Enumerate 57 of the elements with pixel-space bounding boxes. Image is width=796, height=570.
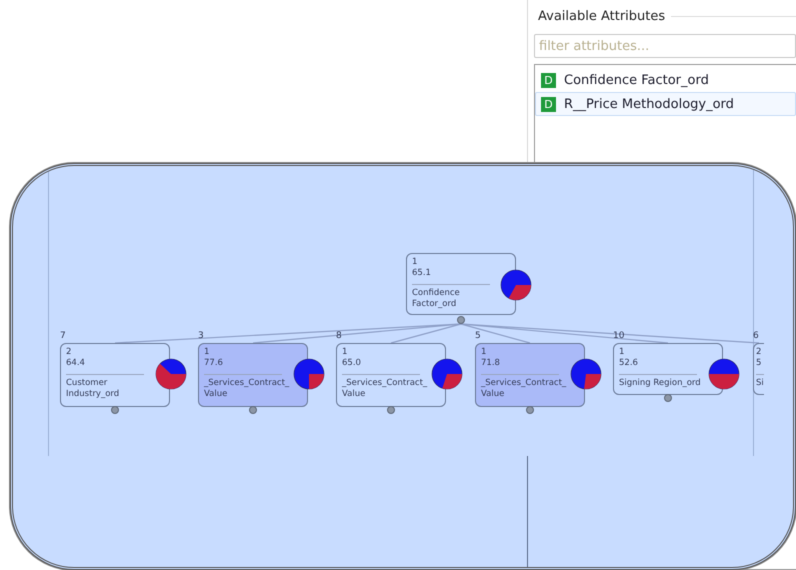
node-value: 52.6 — [619, 358, 639, 369]
tree-node[interactable]: 2 64.4 Customer Industry_ord — [60, 343, 170, 407]
tree-node[interactable]: 2 5 Si — [753, 343, 764, 395]
node-count: 1 — [481, 347, 488, 358]
pie-chart — [570, 358, 602, 390]
type-badge: D — [541, 96, 556, 112]
node-label: Value — [481, 389, 506, 400]
node-label: Value — [204, 389, 228, 400]
branch-number: 10 — [613, 331, 624, 342]
pie-chart — [431, 358, 463, 390]
branch-number: 8 — [336, 331, 342, 342]
node-value: 5 — [756, 358, 762, 369]
node-label: Si — [756, 378, 764, 389]
attribute-item[interactable]: D Confidence Factor_ord — [535, 68, 796, 92]
connector-dot — [664, 394, 672, 402]
tree-node[interactable]: 1 52.6 Signing Region_ord — [613, 343, 723, 395]
pie-chart — [708, 358, 740, 390]
node-value: 65.1 — [412, 268, 432, 279]
node-label: _Services_Contract_ — [342, 378, 428, 389]
pie-chart — [500, 269, 532, 301]
panel-title: Available Attributes — [537, 8, 666, 24]
pie-chart — [293, 358, 325, 390]
filter-field[interactable]: filter attributes... — [534, 34, 796, 58]
branch-number: 3 — [198, 331, 204, 342]
node-label: Signing Region_ord — [619, 378, 702, 389]
tree-node[interactable]: 1 71.8 _Services_Contract_ Value — [475, 343, 585, 407]
node-value: 64.4 — [66, 358, 86, 369]
node-value: 71.8 — [481, 358, 501, 369]
node-label: Customer — [66, 378, 108, 389]
node-value: 65.0 — [342, 358, 362, 369]
node-label: _Services_Contract_ — [204, 378, 290, 389]
connector-dot — [526, 406, 534, 414]
node-count: 2 — [66, 347, 72, 358]
tree-node[interactable]: 1 65.1 Confidence Factor_ord — [406, 253, 516, 315]
attribute-item[interactable]: D R__Price Methodology_ord — [535, 92, 796, 116]
connector-dot — [387, 406, 395, 414]
node-value: 77.6 — [204, 358, 224, 369]
tree-node[interactable]: 1 65.0 _Services_Contract_ Value — [336, 343, 446, 407]
node-count: 1 — [619, 347, 626, 358]
node-label: _Services_Contract_ — [481, 378, 568, 389]
node-label: Value — [342, 389, 366, 400]
connector-dot — [457, 316, 465, 324]
tree-node[interactable]: 1 77.6 _Services_Contract_ Value — [198, 343, 308, 407]
connector-dot — [111, 406, 119, 414]
branch-number: 6 — [753, 331, 759, 342]
type-badge: D — [541, 72, 556, 88]
node-count: 2 — [756, 347, 762, 358]
branch-number: 7 — [60, 331, 66, 342]
node-count: 1 — [412, 257, 418, 268]
node-label: Factor_ord — [412, 299, 458, 310]
node-label: Confidence — [412, 288, 461, 299]
node-count: 1 — [204, 347, 210, 358]
node-count: 1 — [342, 347, 348, 358]
node-label: Industry_ord — [66, 389, 120, 400]
branch-number: 5 — [475, 331, 481, 342]
connector-dot — [249, 406, 257, 414]
pie-chart — [155, 358, 187, 390]
